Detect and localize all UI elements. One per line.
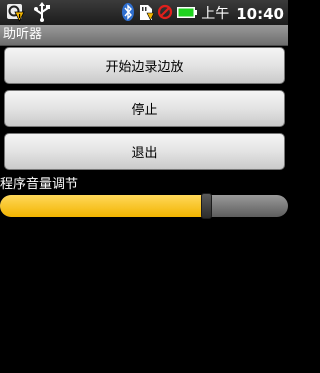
usb-icon bbox=[33, 2, 51, 26]
start-record-play-label: 开始边录边放 bbox=[105, 60, 184, 75]
status-time: 10:40 bbox=[236, 5, 284, 23]
title-bar: 助听器 bbox=[0, 25, 288, 46]
stop-button[interactable]: 停止 bbox=[4, 90, 285, 127]
app-title: 助听器 bbox=[3, 27, 43, 42]
volume-slider[interactable] bbox=[0, 193, 288, 219]
volume-slider-fill bbox=[0, 195, 207, 217]
start-record-play-button[interactable]: 开始边录边放 bbox=[4, 47, 285, 84]
status-bar: 上午 10:40 bbox=[0, 0, 288, 25]
exit-label: 退出 bbox=[131, 146, 158, 161]
no-sim-icon bbox=[157, 2, 173, 26]
bluetooth-icon bbox=[121, 2, 135, 26]
battery-icon bbox=[176, 2, 198, 26]
notification-warning-icon bbox=[5, 2, 25, 26]
exit-button[interactable]: 退出 bbox=[4, 133, 285, 170]
volume-slider-thumb[interactable] bbox=[201, 193, 212, 219]
status-ampm: 上午 bbox=[201, 6, 230, 22]
volume-slider-track[interactable] bbox=[0, 195, 288, 217]
stop-label: 停止 bbox=[131, 103, 158, 118]
sd-card-icon bbox=[138, 2, 155, 26]
volume-label: 程序音量调节 bbox=[0, 177, 79, 192]
